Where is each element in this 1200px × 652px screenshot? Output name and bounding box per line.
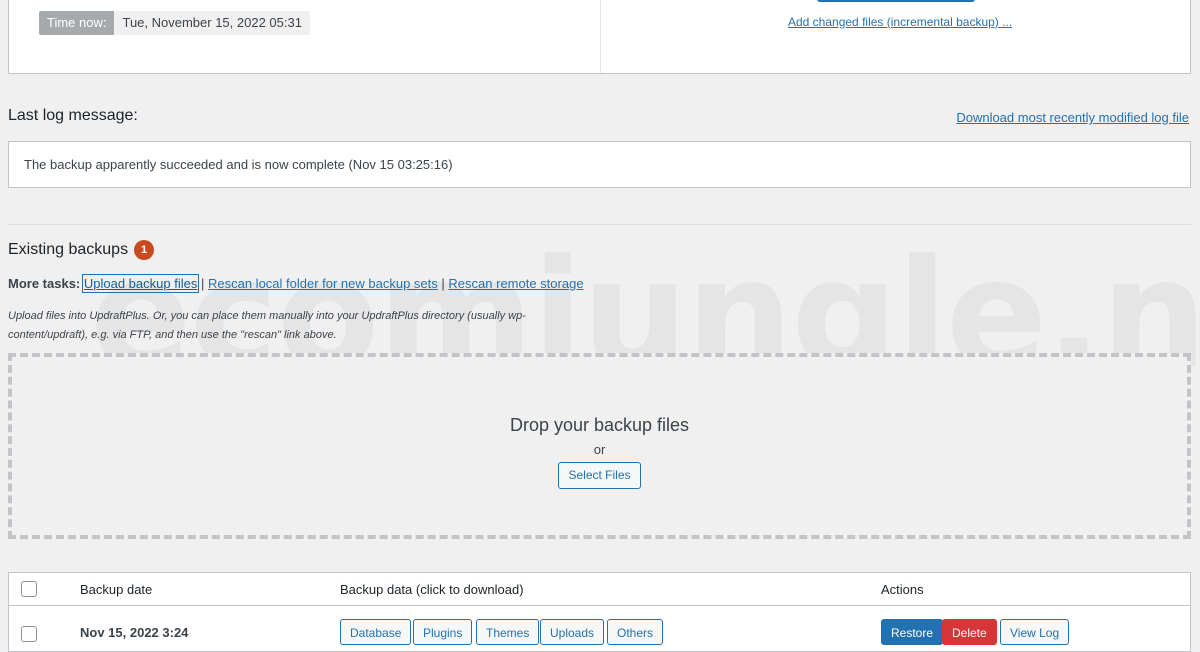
download-uploads-button[interactable]: Uploads xyxy=(540,619,605,645)
existing-backups-title: Existing backups xyxy=(8,241,129,258)
backup-date: Nov 15, 2022 3:24 xyxy=(80,625,189,640)
row-checkbox[interactable] xyxy=(21,626,37,642)
task-separator: | xyxy=(200,276,205,291)
panel-divider xyxy=(600,0,601,73)
download-log-link[interactable]: Download most recently modified log file xyxy=(956,110,1189,125)
status-panel: Time now: Tue, November 15, 2022 05:31 A… xyxy=(8,0,1191,74)
view-log-button[interactable]: View Log xyxy=(1000,619,1070,645)
download-others-button[interactable]: Others xyxy=(607,619,664,645)
last-log-heading: Last log message: xyxy=(8,107,138,124)
more-tasks-label: More tasks: xyxy=(8,276,81,291)
download-plugins-button[interactable]: Plugins xyxy=(413,619,473,645)
backup-dropzone[interactable]: Drop your backup files or Select Files xyxy=(8,353,1191,539)
section-divider xyxy=(8,224,1191,225)
last-log-message: The backup apparently succeeded and is n… xyxy=(8,141,1191,188)
select-files-button[interactable]: Select Files xyxy=(558,462,641,489)
delete-button[interactable]: Delete xyxy=(942,619,997,645)
dropzone-or: or xyxy=(593,442,606,457)
column-actions: Actions xyxy=(881,582,924,597)
time-now-label: Time now: xyxy=(39,11,115,35)
backups-table: Backup date Backup data (click to downlo… xyxy=(8,572,1191,652)
current-time: Time now: Tue, November 15, 2022 05:31 xyxy=(39,11,310,35)
column-backup-data: Backup data (click to download) xyxy=(340,582,524,597)
rescan-remote-link[interactable]: Rescan remote storage xyxy=(448,276,583,291)
dropzone-title: Drop your backup files xyxy=(509,415,690,435)
upload-backup-files-link[interactable]: Upload backup files xyxy=(81,274,200,293)
task-separator: | xyxy=(441,276,445,291)
time-now-value: Tue, November 15, 2022 05:31 xyxy=(114,11,310,35)
existing-backups-heading: Existing backups 1 xyxy=(8,240,155,260)
incremental-backup-link[interactable]: Add changed files (incremental backup) .… xyxy=(788,15,1012,29)
more-tasks: More tasks: Upload backup files | Rescan… xyxy=(8,274,584,293)
rescan-local-link[interactable]: Rescan local folder for new backup sets xyxy=(208,276,438,291)
restore-button[interactable]: Restore xyxy=(881,619,944,645)
upload-help-text: Upload files into UpdraftPlus. Or, you c… xyxy=(8,310,526,341)
download-themes-button[interactable]: Themes xyxy=(476,619,540,645)
table-header: Backup date Backup data (click to downlo… xyxy=(9,573,1190,606)
column-backup-date: Backup date xyxy=(80,582,153,597)
download-database-button[interactable]: Database xyxy=(340,619,412,645)
backup-count-badge: 1 xyxy=(134,240,155,260)
select-all-checkbox[interactable] xyxy=(21,581,37,597)
backup-now-button[interactable] xyxy=(817,0,975,2)
